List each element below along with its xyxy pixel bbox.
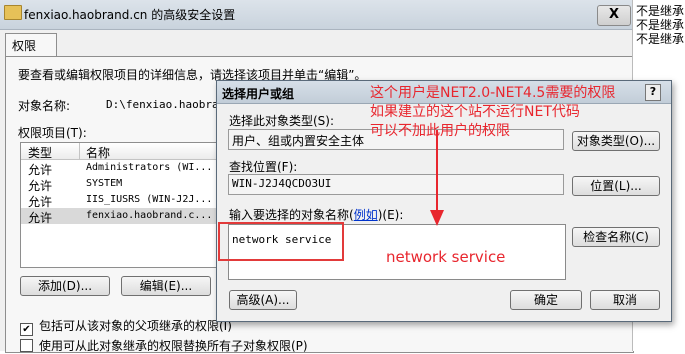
location-field: WIN-J2J4QCDO3UI [228,174,564,195]
row-name: SYSTEM [86,178,123,189]
inherit-checkbox-label: 包括可从该对象的父项继承的权限(I) [39,319,232,333]
object-names-label-prefix: 输入要选择的对象名称( [229,208,354,222]
highlight-box [218,222,344,261]
column-header-name[interactable]: 名称 [86,144,110,161]
inherit-checkbox[interactable]: ✔ [20,323,33,336]
object-type-label: 选择此对象类型(S): [229,114,335,128]
locations-button[interactable]: 位置(L)... [572,176,660,196]
title-bar: fenxiao.haobrand.cn 的高级安全设置 X [0,0,632,30]
permission-items-label: 权限项目(T): [18,126,87,140]
replace-checkbox[interactable] [20,339,33,352]
list-item: 不是继承 [636,32,685,46]
column-header-type[interactable]: 类型 [28,144,52,161]
check-names-button[interactable]: 检查名称(C) [572,227,660,247]
replace-checkbox-row[interactable]: 使用可从此对象继承的权限替换所有子对象权限(P) [20,337,308,354]
row-name: IIS_IUSRS (WIN-J2J... [86,194,213,205]
row-name: fenxiao.haobrand.c... [86,210,213,221]
folder-icon [4,5,22,20]
permission-list-header: 类型 名称 [21,143,217,160]
object-names-label: 输入要选择的对象名称(例如)(E): [229,206,403,223]
edit-button[interactable]: 编辑(E)... [121,276,211,296]
annotation-network-service: network service [386,248,506,266]
cancel-button[interactable]: 取消 [590,290,660,310]
inherit-checkbox-row[interactable]: ✔ 包括可从该对象的父项继承的权限(I) [20,317,232,336]
advanced-button[interactable]: 高级(A)... [229,290,297,310]
table-row[interactable]: 允许 Administrators (WI... [21,160,217,177]
object-types-button[interactable]: 对象类型(O)... [572,131,660,151]
row-name: Administrators (WI... [86,162,213,173]
row-type: 允许 [28,211,53,225]
annotation-line-3: 可以不加此用户的权限 [370,123,510,139]
object-names-label-suffix: )(E): [377,208,404,222]
object-name-label: 对象名称: [18,99,71,113]
table-row[interactable]: 允许 IIS_IUSRS (WIN-J2J... [21,192,217,209]
close-button[interactable]: X [597,5,631,26]
window-title: fenxiao.haobrand.cn 的高级安全设置 [24,8,236,22]
annotation-line-1: 这个用户是NET2.0-NET4.5需要的权限 [370,85,616,101]
table-row-selected[interactable]: 允许 fenxiao.haobrand.c... [21,208,217,225]
column-divider[interactable] [79,143,80,159]
examples-link[interactable]: 例如 [354,208,378,222]
annotation-line-2: 如果建立的这个站不运行NET代码 [370,104,580,120]
table-row[interactable]: 允许 SYSTEM [21,176,217,193]
location-label: 查找位置(F): [229,160,298,174]
permission-list[interactable]: 类型 名称 允许 Administrators (WI... 允许 SYSTEM… [20,142,218,268]
dialog-title: 选择用户或组 [222,87,295,101]
tab-permissions[interactable]: 权限 [5,33,57,57]
ok-button[interactable]: 确定 [510,290,582,310]
help-button[interactable]: ? [645,84,661,101]
add-button[interactable]: 添加(D)... [20,276,110,296]
